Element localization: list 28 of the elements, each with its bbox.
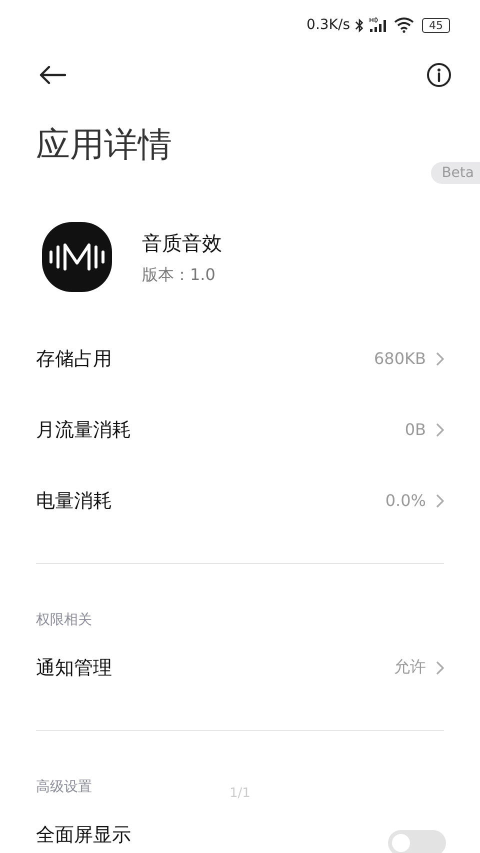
- setting-value: 0.0%: [385, 491, 426, 510]
- setting-label: 通知管理: [36, 656, 112, 680]
- back-icon[interactable]: [38, 65, 66, 85]
- setting-value: 允许: [394, 657, 426, 678]
- info-icon[interactable]: [426, 62, 452, 88]
- app-name: 音质音效: [142, 230, 222, 257]
- setting-value: 0B: [404, 420, 426, 439]
- bluetooth-icon: [355, 18, 364, 32]
- setting-value: 680KB: [374, 349, 426, 368]
- setting-label: 全面屏显示: [36, 822, 131, 848]
- chevron-icon[interactable]: [436, 352, 444, 366]
- page-title: 应用详情: [36, 124, 172, 167]
- setting-label: 存储占用: [36, 346, 112, 372]
- chevron-icon[interactable]: [436, 660, 444, 674]
- chevron-icon[interactable]: [436, 422, 444, 436]
- battery-indicator: 45: [422, 18, 450, 32]
- chevron-icon[interactable]: [436, 494, 444, 508]
- app-version: 版本：1.0: [142, 265, 216, 286]
- setting-label: 月流量消耗: [36, 418, 131, 442]
- app-icon: [42, 222, 112, 292]
- network-speed: 0.3K/s: [306, 17, 350, 33]
- beta-badge: Beta: [430, 162, 480, 184]
- section-label: 权限相关: [36, 611, 92, 629]
- setting-label: 电量消耗: [36, 488, 112, 514]
- signal-icon: [369, 17, 389, 33]
- toggle-switch[interactable]: [388, 830, 446, 853]
- section-label: 高级设置: [36, 778, 92, 796]
- wifi-icon: [394, 17, 414, 33]
